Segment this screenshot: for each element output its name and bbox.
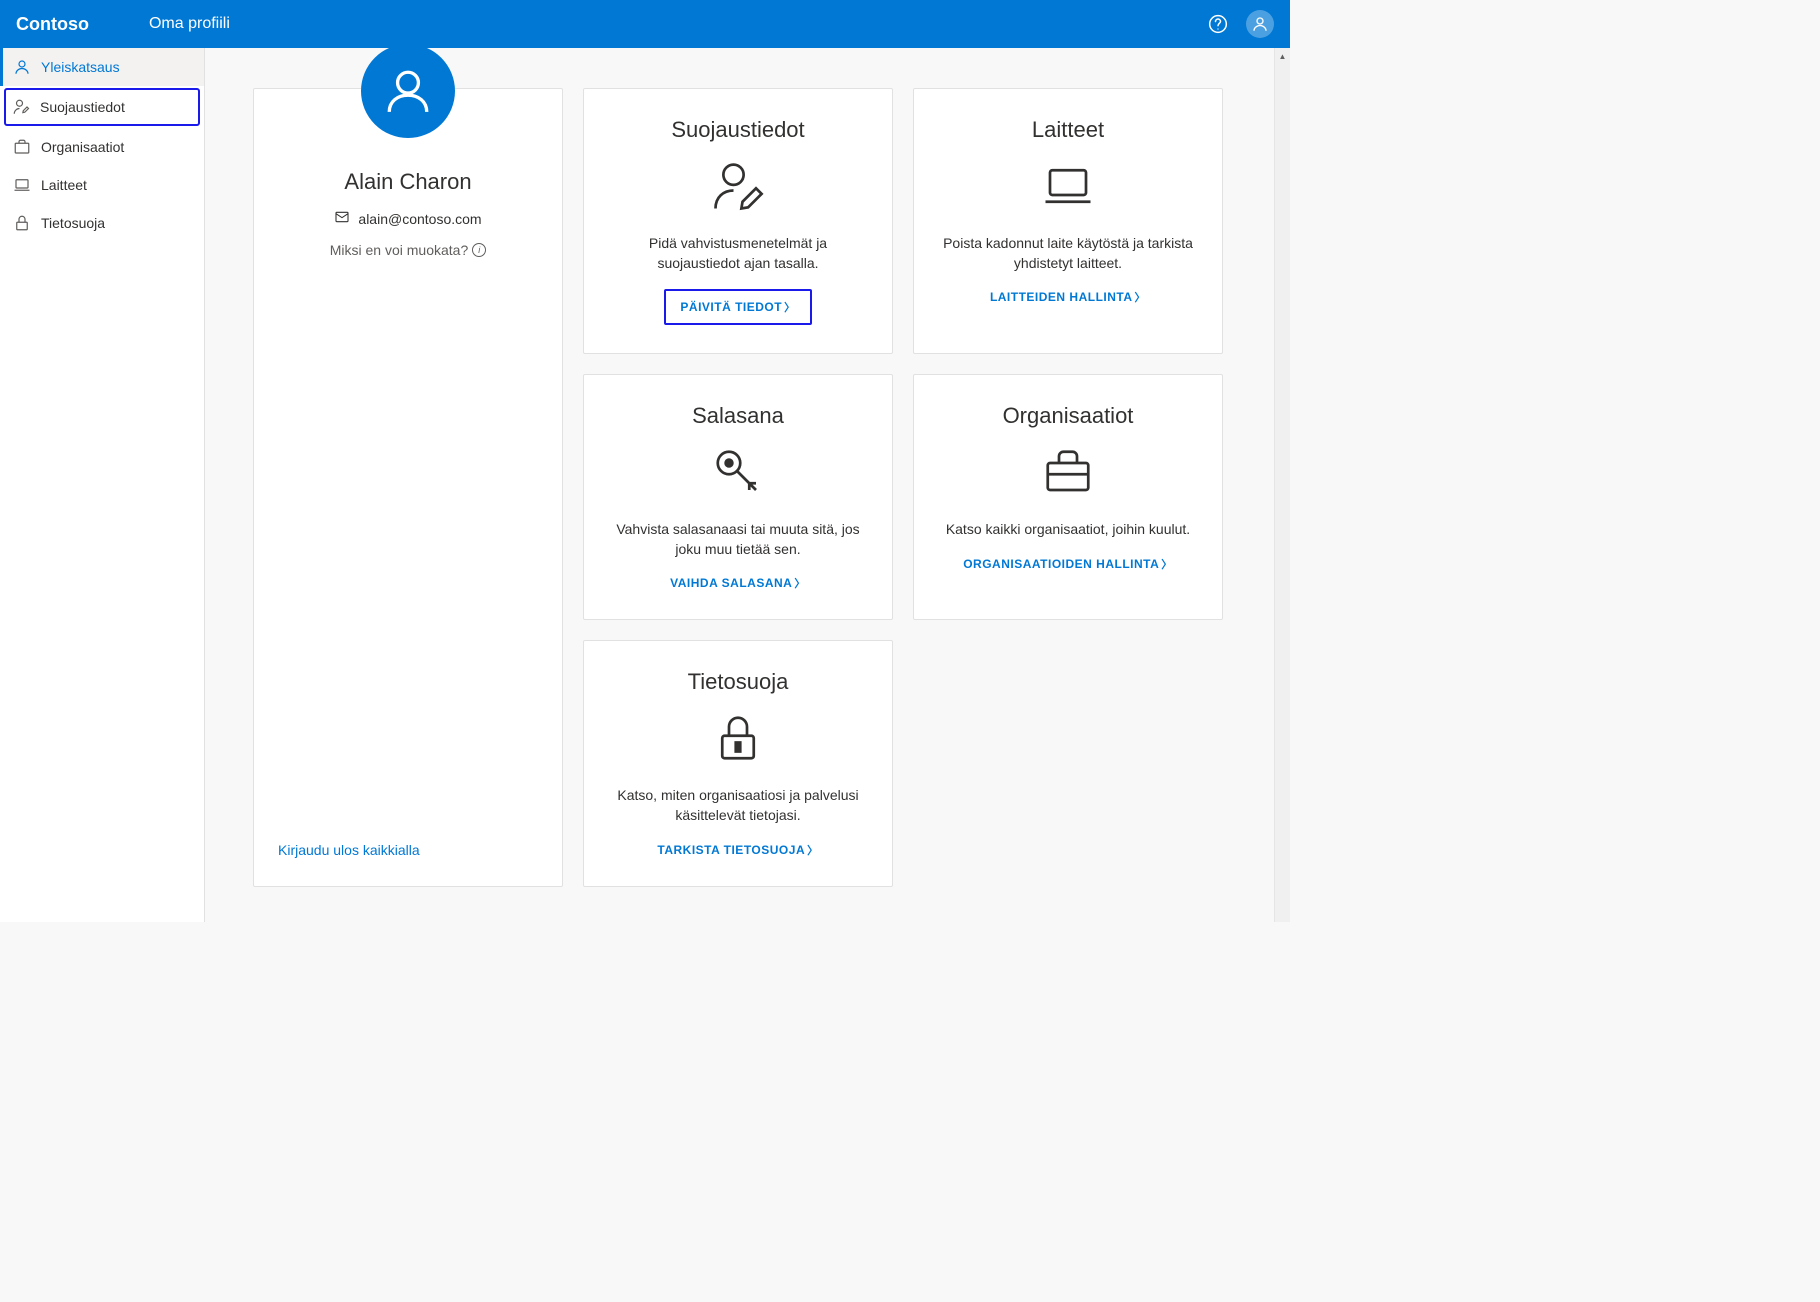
lock-icon [711,711,765,770]
card-link-label: TARKISTA TIETOSUOJA [657,843,805,857]
card-title: Salasana [692,403,784,429]
manage-orgs-link[interactable]: ORGANISAATIOIDEN HALLINTA 〉 [963,556,1173,572]
card-title: Suojaustiedot [671,117,804,143]
change-password-link[interactable]: VAIHDA SALASANA 〉 [670,575,806,591]
profile-card: Alain Charon alain@contoso.com Miksi en … [253,88,563,887]
profile-email: alain@contoso.com [358,211,481,227]
chevron-right-icon: 〉 [784,299,796,315]
password-card: Salasana Vahvista salasanaasi tai muuta … [583,374,893,620]
edit-note[interactable]: Miksi en voi muokata? i [330,242,487,258]
card-title: Tietosuoja [688,669,789,695]
sidebar-item-security[interactable]: Suojaustiedot [4,88,200,126]
header-actions [1206,10,1274,38]
edit-note-text: Miksi en voi muokata? [330,242,469,258]
profile-email-row: alain@contoso.com [334,209,481,228]
chevron-right-icon: 〉 [794,575,806,591]
card-title: Organisaatiot [1003,403,1134,429]
person-edit-icon [711,159,765,218]
organizations-card: Organisaatiot Katso kaikki organisaatiot… [913,374,1223,620]
signout-link[interactable]: Kirjaudu ulos kaikkialla [278,842,420,858]
page-title: Oma profiili [149,15,1206,33]
lock-icon [13,214,31,232]
sidebar-item-label: Tietosuoja [41,215,105,231]
briefcase-icon [1041,445,1095,504]
card-desc: Vahvista salasanaasi tai muuta sitä, jos… [608,520,868,559]
card-desc: Pidä vahvistusmenetelmät ja suojaustiedo… [608,234,868,273]
sidebar-item-label: Laitteet [41,177,87,193]
privacy-card: Tietosuoja Katso, miten organisaatiosi j… [583,640,893,886]
info-icon: i [472,243,486,257]
update-info-link[interactable]: PÄIVITÄ TIEDOT 〉 [664,289,811,325]
security-card: Suojaustiedot Pidä vahvistusmenetelmät j… [583,88,893,354]
devices-card: Laitteet Poista kadonnut laite käytöstä … [913,88,1223,354]
chevron-right-icon: 〉 [1135,289,1147,305]
card-desc: Katso kaikki organisaatiot, joihin kuulu… [946,520,1190,540]
card-link-label: PÄIVITÄ TIEDOT [680,300,782,314]
person-edit-icon [12,98,30,116]
profile-avatar-icon [361,48,455,138]
scrollbar-up-icon[interactable]: ▲ [1275,48,1290,64]
sidebar-item-label: Yleiskatsaus [41,59,120,75]
mail-icon [334,209,350,228]
card-link-label: VAIHDA SALASANA [670,576,792,590]
briefcase-icon [13,138,31,156]
card-desc: Katso, miten organisaatiosi ja palvelusi… [608,786,868,825]
sidebar-item-label: Organisaatiot [41,139,124,155]
key-icon [711,445,765,504]
chevron-right-icon: 〉 [1161,556,1173,572]
main-content: Alain Charon alain@contoso.com Miksi en … [205,48,1290,922]
brand-logo[interactable]: Contoso [16,14,89,35]
review-privacy-link[interactable]: TARKISTA TIETOSUOJA 〉 [657,842,818,858]
manage-devices-link[interactable]: LAITTEIDEN HALLINTA 〉 [990,289,1146,305]
help-icon[interactable] [1206,12,1230,36]
card-title: Laitteet [1032,117,1104,143]
sidebar-item-privacy[interactable]: Tietosuoja [0,204,204,242]
person-icon [13,58,31,76]
user-avatar-icon[interactable] [1246,10,1274,38]
sidebar-item-label: Suojaustiedot [40,99,125,115]
header: Contoso Oma profiili [0,0,1290,48]
sidebar-item-devices[interactable]: Laitteet [0,166,204,204]
sidebar-item-organizations[interactable]: Organisaatiot [0,128,204,166]
laptop-icon [1041,159,1095,218]
profile-name: Alain Charon [344,169,471,195]
sidebar-item-overview[interactable]: Yleiskatsaus [0,48,204,86]
laptop-icon [13,176,31,194]
card-desc: Poista kadonnut laite käytöstä ja tarkis… [938,234,1198,273]
card-link-label: LAITTEIDEN HALLINTA [990,290,1133,304]
card-link-label: ORGANISAATIOIDEN HALLINTA [963,557,1159,571]
sidebar: Yleiskatsaus Suojaustiedot Organisaatiot [0,48,205,922]
chevron-right-icon: 〉 [807,842,819,858]
scrollbar[interactable]: ▲ [1274,48,1290,922]
